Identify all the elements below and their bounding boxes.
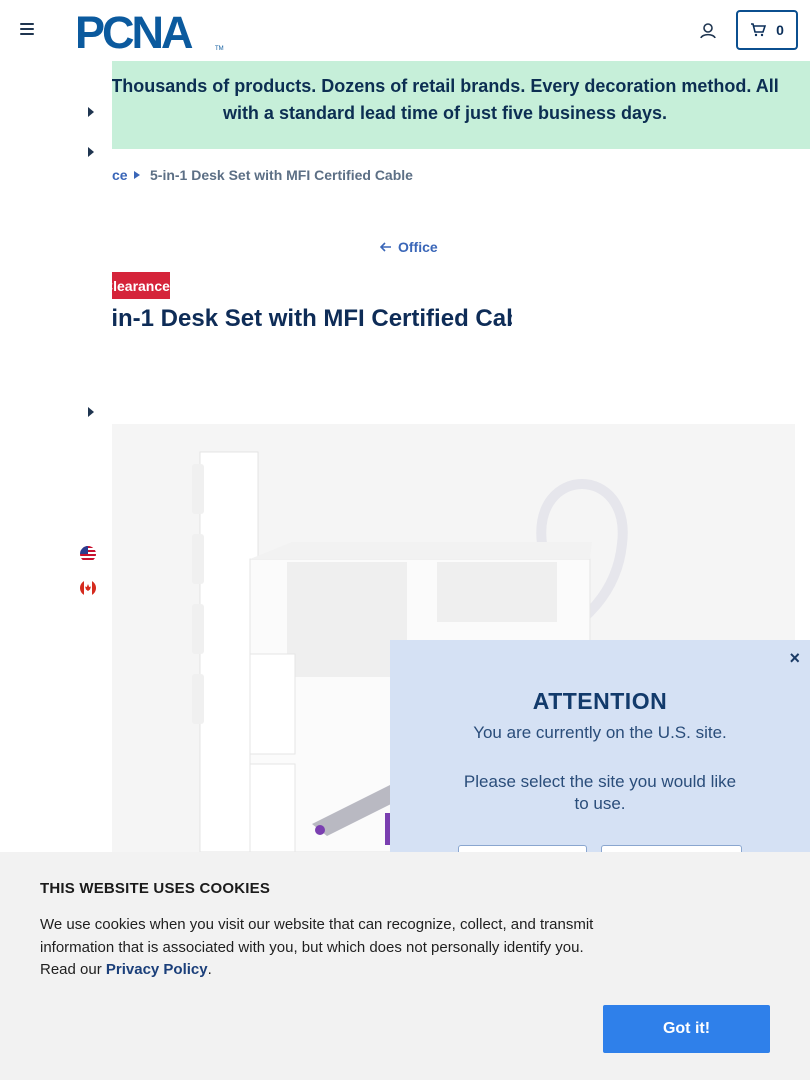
select-canada-site-button[interactable]: [601, 845, 742, 852]
us-flag-icon[interactable]: [80, 546, 96, 562]
site-header: PCNA TM 0: [0, 0, 810, 61]
pcna-logo[interactable]: PCNA TM: [75, 10, 225, 52]
modal-title: ATTENTION: [532, 688, 668, 714]
close-icon[interactable]: ×: [789, 648, 800, 669]
product-title: 5-in-1 Desk Set with MFI Certified Cable: [112, 305, 512, 332]
promo-banner-text: Thousands of products. Dozens of retail …: [111, 76, 779, 123]
site-selector-modal: × ATTENTION You are currently on the U.S…: [390, 640, 810, 852]
hamburger-menu-icon[interactable]: [20, 23, 36, 37]
caret-right-icon[interactable]: [87, 147, 95, 157]
cart-button[interactable]: 0: [736, 10, 798, 50]
modal-instruction: Please select the site you would like to…: [463, 772, 737, 813]
accept-cookies-button[interactable]: Got it!: [603, 1005, 770, 1053]
cookie-consent-bar: THIS WEBSITE USES COOKIES We use cookies…: [0, 852, 810, 1080]
breadcrumb-separator-icon: [134, 171, 140, 179]
cookie-title: THIS WEBSITE USES COOKIES: [40, 880, 271, 897]
breadcrumb-current: 5-in-1 Desk Set with MFI Certified Cable: [150, 167, 413, 183]
clearance-badge: Clearance: [112, 272, 170, 299]
cart-icon: [751, 23, 767, 37]
back-to-office-link[interactable]: Office: [380, 239, 438, 255]
back-link-label: Office: [398, 239, 438, 255]
caret-right-icon[interactable]: [87, 407, 95, 417]
breadcrumb-office-link[interactable]: ce: [112, 167, 128, 183]
account-icon[interactable]: [698, 21, 718, 41]
arrow-left-icon: [380, 242, 391, 252]
svg-text:TM: TM: [215, 46, 224, 52]
cookie-message: We use cookies when you visit our websit…: [40, 916, 594, 978]
promo-banner: Thousands of products. Dozens of retail …: [0, 61, 810, 149]
canada-flag-icon[interactable]: [80, 580, 96, 596]
side-menu-rail: [0, 61, 112, 852]
select-us-site-button[interactable]: [458, 845, 587, 852]
modal-message: You are currently on the U.S. site.: [473, 723, 727, 742]
svg-text:PCNA: PCNA: [75, 10, 193, 52]
privacy-policy-link[interactable]: Privacy Policy: [106, 961, 208, 978]
cart-count: 0: [776, 22, 784, 38]
product-title-wrapper: 5-in-1 Desk Set with MFI Certified Cable: [112, 305, 512, 341]
caret-right-icon[interactable]: [87, 107, 95, 117]
